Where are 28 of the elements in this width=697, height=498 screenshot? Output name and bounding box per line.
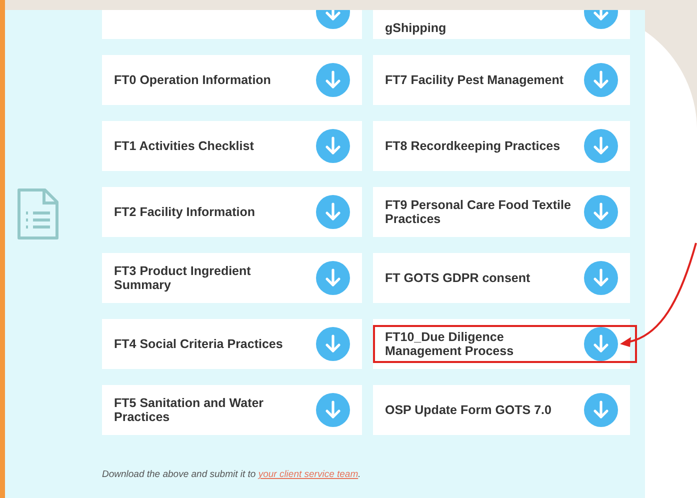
download-icon[interactable]	[316, 129, 350, 163]
card-title: FT1 Activities Checklist	[114, 139, 254, 153]
card-title: FT7 Facility Pest Management	[385, 73, 564, 87]
card-title: FT2 Facility Information	[114, 205, 255, 219]
card-title: FT9 Personal Care Food Textile Practices	[385, 198, 572, 226]
download-icon[interactable]	[316, 195, 350, 229]
card-title: FT0 Operation Information	[114, 73, 271, 87]
download-icon[interactable]	[316, 393, 350, 427]
card-title: FT8 Recordkeeping Practices	[385, 139, 560, 153]
card-title: FT5 Sanitation and Water Practices	[114, 396, 265, 424]
download-icon[interactable]	[584, 393, 618, 427]
card-title: OSP Update Form GOTS 7.0	[385, 403, 552, 417]
footer-note: Download the above and submit it to your client service team.	[102, 469, 362, 480]
card-title: FT3 Product Ingredient Summary	[114, 264, 252, 292]
download-icon[interactable]	[584, 195, 618, 229]
download-icon[interactable]	[584, 129, 618, 163]
document-icon	[17, 188, 59, 240]
card-title: FT10_Due Diligence Management Process	[385, 330, 515, 358]
download-icon[interactable]	[316, 63, 350, 97]
download-icon[interactable]	[316, 261, 350, 295]
download-icon[interactable]	[584, 63, 618, 97]
download-icon[interactable]	[584, 261, 618, 295]
card-title: FT4 Social Criteria Practices	[114, 337, 283, 351]
download-icon[interactable]	[584, 327, 618, 361]
client-service-link[interactable]: your client service team	[258, 469, 358, 480]
card-title: gShipping	[385, 21, 446, 35]
card-title: FT GOTS GDPR consent	[385, 271, 530, 285]
download-icon[interactable]	[316, 327, 350, 361]
